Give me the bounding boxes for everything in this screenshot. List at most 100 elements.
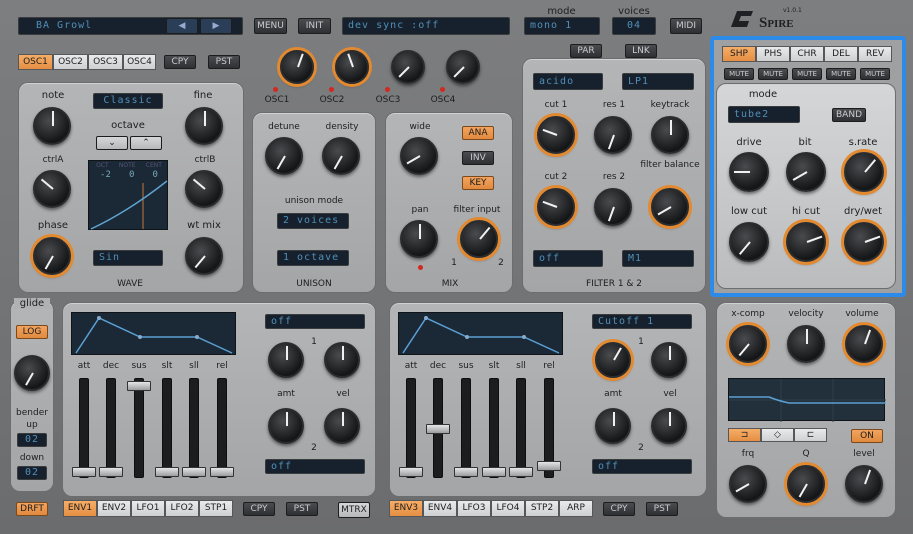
env1-att-fader[interactable] (72, 378, 96, 478)
env2-amt2-knob[interactable] (595, 408, 631, 444)
ctrla-knob[interactable] (33, 170, 71, 208)
level-knob[interactable] (845, 465, 883, 503)
tab-lfo4[interactable]: LFO4 (491, 500, 525, 517)
fx-tab-chr[interactable]: CHR (790, 46, 824, 62)
prev-preset-button[interactable]: ◀ (166, 18, 198, 34)
eq-peak-button[interactable]: ◇ (761, 428, 794, 442)
eq-highshelf-button[interactable]: ⊏ (794, 428, 827, 442)
osc-paste-button[interactable]: PST (208, 55, 240, 69)
env1-vel2-knob[interactable] (324, 408, 360, 444)
env1-sus-fader[interactable] (127, 378, 151, 478)
cut2-knob[interactable] (537, 188, 575, 226)
glide-knob[interactable] (14, 355, 50, 391)
filter-input-knob[interactable] (460, 220, 498, 258)
tab-osc4[interactable]: OSC4 (123, 54, 156, 70)
fx-tab-shp[interactable]: SHP (722, 46, 756, 62)
mute-chr-button[interactable]: MUTE (792, 68, 822, 80)
wtmix-knob[interactable] (185, 237, 223, 275)
env1-rel-fader[interactable] (210, 378, 234, 478)
filter-lnk-button[interactable]: LNK (625, 44, 657, 58)
filter2-sel[interactable]: M1 (622, 250, 694, 267)
env2-slt-fader[interactable] (482, 378, 506, 478)
env2-rel-fader[interactable] (537, 378, 561, 478)
velocity-knob[interactable] (787, 325, 825, 363)
cut1-knob[interactable] (537, 116, 575, 154)
env1-dest1-select[interactable]: off (265, 314, 365, 329)
lowcut-knob[interactable] (729, 222, 769, 262)
fx-tab-del[interactable]: DEL (824, 46, 858, 62)
eq-on-button[interactable]: ON (851, 429, 883, 443)
filter-par-button[interactable]: PAR (570, 44, 602, 58)
env1-amt1-knob[interactable] (268, 342, 304, 378)
phase-knob[interactable] (33, 237, 71, 275)
drive-knob[interactable] (729, 152, 769, 192)
midi-button[interactable]: MIDI (670, 18, 702, 34)
wave-select[interactable]: Sin (93, 250, 163, 266)
tab-env1[interactable]: ENV1 (63, 500, 97, 517)
tab-lfo2[interactable]: LFO2 (165, 500, 199, 517)
env2-att-fader[interactable] (399, 378, 423, 478)
frq-knob[interactable] (729, 465, 767, 503)
ctrlb-knob[interactable] (185, 170, 223, 208)
mtrx-button[interactable]: MTRX (338, 502, 370, 518)
env1-amt2-knob[interactable] (268, 408, 304, 444)
osc1-level-knob[interactable] (280, 50, 314, 84)
mod1-copy-button[interactable]: CPY (243, 502, 275, 516)
filter1-type-select[interactable]: acido (533, 73, 603, 90)
tab-stp2[interactable]: STP2 (525, 500, 559, 517)
inv-button[interactable]: INV (462, 151, 494, 165)
octave-up-button[interactable]: ⌃ (130, 136, 162, 150)
detune-knob[interactable] (265, 137, 303, 175)
osc3-level-knob[interactable] (391, 50, 425, 84)
mute-del-button[interactable]: MUTE (826, 68, 856, 80)
fx-tab-phs[interactable]: PHS (756, 46, 790, 62)
tab-osc2[interactable]: OSC2 (53, 54, 88, 70)
tab-env2[interactable]: ENV2 (97, 500, 131, 517)
mod2-paste-button[interactable]: PST (646, 502, 678, 516)
tab-arp[interactable]: ARP (559, 500, 593, 517)
band-button[interactable]: BAND (832, 108, 866, 122)
mode-display[interactable]: mono 1 (524, 17, 600, 35)
drywet-knob[interactable] (844, 222, 884, 262)
glide-log-button[interactable]: LOG (16, 325, 48, 339)
density-knob[interactable] (322, 137, 360, 175)
env1-vel1-knob[interactable] (324, 342, 360, 378)
env2-vel2-knob[interactable] (651, 408, 687, 444)
filter2-type-select[interactable]: LP1 (622, 73, 694, 90)
fx-mode-select[interactable]: tube2 (728, 106, 800, 123)
mute-phs-button[interactable]: MUTE (758, 68, 788, 80)
osc2-level-knob[interactable] (335, 50, 369, 84)
res2-knob[interactable] (594, 188, 632, 226)
srate-knob[interactable] (844, 152, 884, 192)
osc-mode-select[interactable]: Classic (93, 93, 163, 109)
wide-knob[interactable] (400, 137, 438, 175)
env1-dec-fader[interactable] (99, 378, 123, 478)
osc4-level-knob[interactable] (446, 50, 480, 84)
hicut-knob[interactable] (786, 222, 826, 262)
tab-osc1[interactable]: OSC1 (18, 54, 53, 70)
tab-osc3[interactable]: OSC3 (88, 54, 123, 70)
env2-dec-fader[interactable] (426, 378, 450, 478)
bit-knob[interactable] (786, 152, 826, 192)
mod2-copy-button[interactable]: CPY (603, 502, 635, 516)
env2-sus-fader[interactable] (454, 378, 478, 478)
xcomp-knob[interactable] (729, 325, 767, 363)
eq-lowshelf-button[interactable]: ⊐ (728, 428, 761, 442)
env1-sll-fader[interactable] (182, 378, 206, 478)
unison-voices-select[interactable]: 2 voices (277, 213, 349, 229)
menu-button[interactable]: MENU (254, 18, 287, 34)
tab-env4[interactable]: ENV4 (423, 500, 457, 517)
volume-knob[interactable] (845, 325, 883, 363)
init-button[interactable]: INIT (298, 18, 331, 34)
osc-copy-button[interactable]: CPY (164, 55, 196, 69)
voices-display[interactable]: 04 (612, 17, 656, 35)
q-knob[interactable] (787, 465, 825, 503)
mute-shp-button[interactable]: MUTE (724, 68, 754, 80)
res1-knob[interactable] (594, 116, 632, 154)
unison-octave-select[interactable]: 1 octave (277, 250, 349, 266)
env2-dest1-select[interactable]: Cutoff 1 (592, 314, 692, 329)
env2-amt1-knob[interactable] (595, 342, 631, 378)
tab-lfo1[interactable]: LFO1 (131, 500, 165, 517)
tab-env3[interactable]: ENV3 (389, 500, 423, 517)
env1-slt-fader[interactable] (155, 378, 179, 478)
